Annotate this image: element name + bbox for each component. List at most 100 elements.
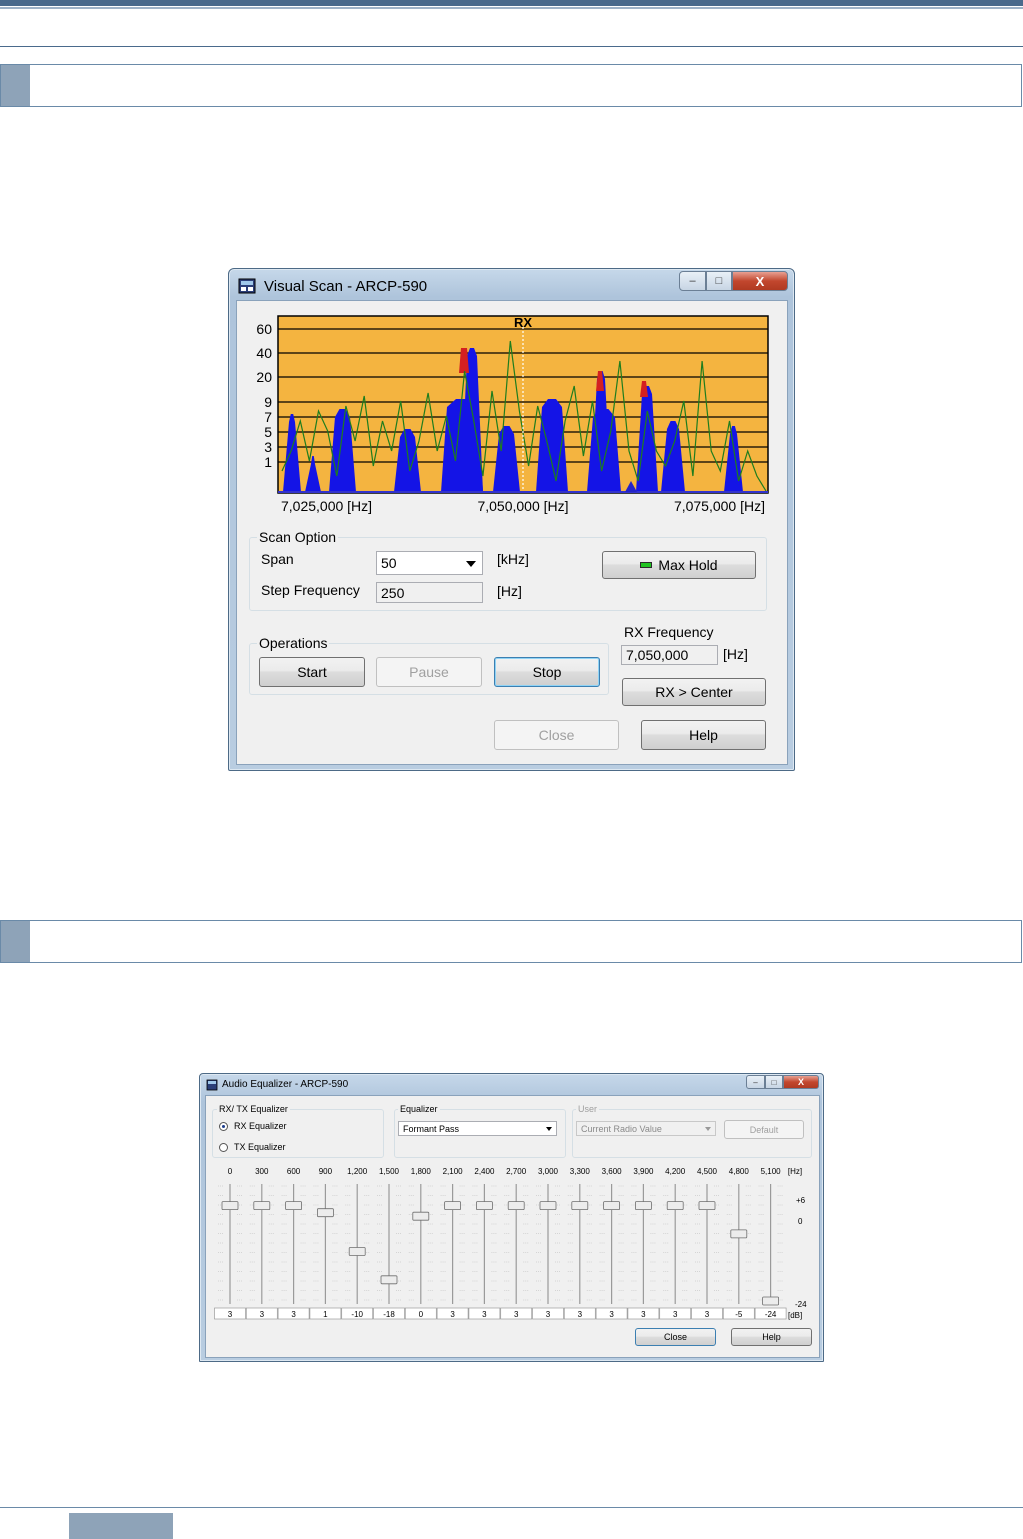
span-dropdown[interactable]: 50 — [376, 551, 483, 575]
band-8[interactable]: 2,400 3 — [468, 1167, 501, 1320]
band-13[interactable]: 3,900 3 — [627, 1167, 660, 1320]
band-5[interactable]: 1,500 -18 — [373, 1167, 405, 1320]
band-0[interactable]: 03 — [214, 1167, 246, 1320]
band-frequency-label: 1,800 — [411, 1167, 432, 1176]
equalizer-sliders[interactable]: [Hz] +6 0 -24 [dB] 033003600390011,200-1… — [206, 1162, 821, 1320]
step-frequency-field[interactable]: 250 — [376, 582, 483, 603]
band-7[interactable]: 2,100 3 — [436, 1167, 469, 1320]
rx-equalizer-radio[interactable]: RX Equalizer — [219, 1121, 287, 1131]
step-frequency-label: Step Frequency — [261, 582, 360, 598]
rx-label: RX — [514, 315, 532, 330]
band-3[interactable]: 900 1 — [309, 1167, 342, 1320]
x-tick-label-right: 7,075,000 [Hz] — [674, 498, 765, 514]
band-frequency-label: 600 — [287, 1167, 301, 1176]
slider-thumb[interactable] — [762, 1296, 779, 1306]
rx-frequency-label: RX Frequency — [624, 624, 714, 640]
x-tick-label-left: 7,025,000 [Hz] — [281, 498, 372, 514]
rx-frequency-unit: [Hz] — [723, 646, 748, 662]
band-14[interactable]: 4,200 3 — [659, 1167, 692, 1320]
slider-thumb[interactable] — [507, 1201, 525, 1210]
maximize-button[interactable]: □ — [706, 271, 732, 291]
user-value: Current Radio Value — [581, 1123, 662, 1134]
slider-thumb[interactable] — [475, 1201, 493, 1210]
band-value: 3 — [514, 1310, 519, 1319]
band-value: 3 — [578, 1310, 583, 1319]
band-12[interactable]: 3,600 3 — [595, 1167, 628, 1320]
max-hold-indicator-icon — [640, 562, 653, 568]
section-heading-bar-1 — [0, 64, 1022, 107]
help-button[interactable]: Help — [641, 720, 766, 750]
pause-button[interactable]: Pause — [376, 657, 482, 687]
max-hold-button[interactable]: Max Hold — [602, 551, 756, 579]
chevron-down-icon — [705, 1126, 711, 1131]
band-frequency-label: 2,700 — [506, 1167, 527, 1176]
band-17[interactable]: 5,100 -24 — [754, 1167, 787, 1320]
footer-rule — [0, 1507, 1023, 1508]
help-button[interactable]: Help — [731, 1328, 812, 1346]
band-15[interactable]: 4,500 3 — [691, 1167, 723, 1320]
band-value: 3 — [641, 1310, 646, 1319]
default-button[interactable]: Default — [724, 1120, 804, 1139]
band-16[interactable]: 4,800 -5 — [722, 1167, 755, 1320]
y-tick-label: 5 — [264, 424, 272, 440]
radio-dot-icon — [222, 1124, 225, 1128]
slider-thumb[interactable] — [698, 1201, 716, 1210]
minimize-button[interactable]: – — [746, 1075, 765, 1089]
band-value: -24 — [765, 1310, 777, 1319]
slider-thumb[interactable] — [539, 1201, 557, 1210]
rx-center-button[interactable]: RX > Center — [622, 678, 766, 706]
band-1[interactable]: 300 3 — [245, 1167, 278, 1320]
tx-equalizer-radio[interactable]: TX Equalizer — [219, 1142, 286, 1152]
section-heading-bar-2 — [0, 920, 1022, 963]
band-11[interactable]: 3,300 3 — [563, 1167, 596, 1320]
slider-thumb[interactable] — [253, 1201, 271, 1210]
band-6[interactable]: 1,800 0 — [404, 1167, 437, 1320]
slider-thumb[interactable] — [285, 1201, 302, 1210]
stop-button[interactable]: Stop — [494, 657, 600, 687]
equalizer-dropdown[interactable]: Formant Pass — [398, 1121, 557, 1136]
user-dropdown[interactable]: Current Radio Value — [576, 1121, 716, 1136]
band-10[interactable]: 3,000 3 — [532, 1167, 564, 1320]
band-frequency-label: 3,900 — [633, 1167, 654, 1176]
chevron-down-icon — [466, 561, 476, 567]
start-button[interactable]: Start — [259, 657, 365, 687]
spectrum-plot[interactable]: 60 40 20 97531 RX 7,025,000 [Hz] 7,050,000 … — [237, 301, 789, 516]
slider-thumb[interactable] — [221, 1201, 239, 1210]
slider-thumb[interactable] — [317, 1208, 334, 1218]
close-window-button[interactable]: X — [783, 1075, 819, 1089]
band-9[interactable]: 2,700 3 — [500, 1167, 533, 1320]
slider-thumb[interactable] — [666, 1201, 684, 1210]
section-marker — [1, 921, 30, 962]
slider-thumb[interactable] — [571, 1201, 589, 1210]
band-value: 3 — [450, 1310, 455, 1319]
band-4[interactable]: 1,200 -10 — [341, 1167, 374, 1320]
y-tick-label: 60 — [256, 321, 272, 337]
slider-thumb[interactable] — [348, 1247, 366, 1256]
band-frequency-label: 4,200 — [665, 1167, 686, 1176]
maximize-button[interactable]: □ — [765, 1075, 783, 1089]
band-frequency-label: 2,400 — [474, 1167, 495, 1176]
slider-thumb[interactable] — [634, 1201, 652, 1210]
slider-thumb[interactable] — [444, 1201, 462, 1210]
close-button[interactable]: Close — [635, 1328, 716, 1346]
rx-frequency-field[interactable]: 7,050,000 — [621, 645, 718, 665]
y-tick-label: 9 — [264, 394, 272, 410]
db-unit-label: [dB] — [788, 1311, 802, 1320]
slider-thumb[interactable] — [380, 1275, 398, 1285]
operations-label: Operations — [257, 635, 330, 651]
slider-thumb[interactable] — [730, 1229, 748, 1239]
header-rule — [0, 0, 1023, 6]
x-tick-label-center: 7,050,000 [Hz] — [477, 498, 568, 514]
band-value: 3 — [260, 1310, 265, 1319]
close-button[interactable]: Close — [494, 720, 619, 750]
caption-buttons: – □ X — [679, 271, 788, 291]
close-window-button[interactable]: X — [732, 271, 788, 291]
slider-thumb[interactable] — [603, 1201, 621, 1210]
slider-thumb[interactable] — [412, 1211, 430, 1221]
user-label: User — [576, 1104, 600, 1114]
band-2[interactable]: 600 3 — [277, 1167, 310, 1320]
minimize-button[interactable]: – — [679, 271, 706, 291]
radio-unselected-icon — [219, 1142, 228, 1152]
band-value: 3 — [705, 1310, 710, 1319]
y-tick-label: 40 — [256, 345, 272, 361]
